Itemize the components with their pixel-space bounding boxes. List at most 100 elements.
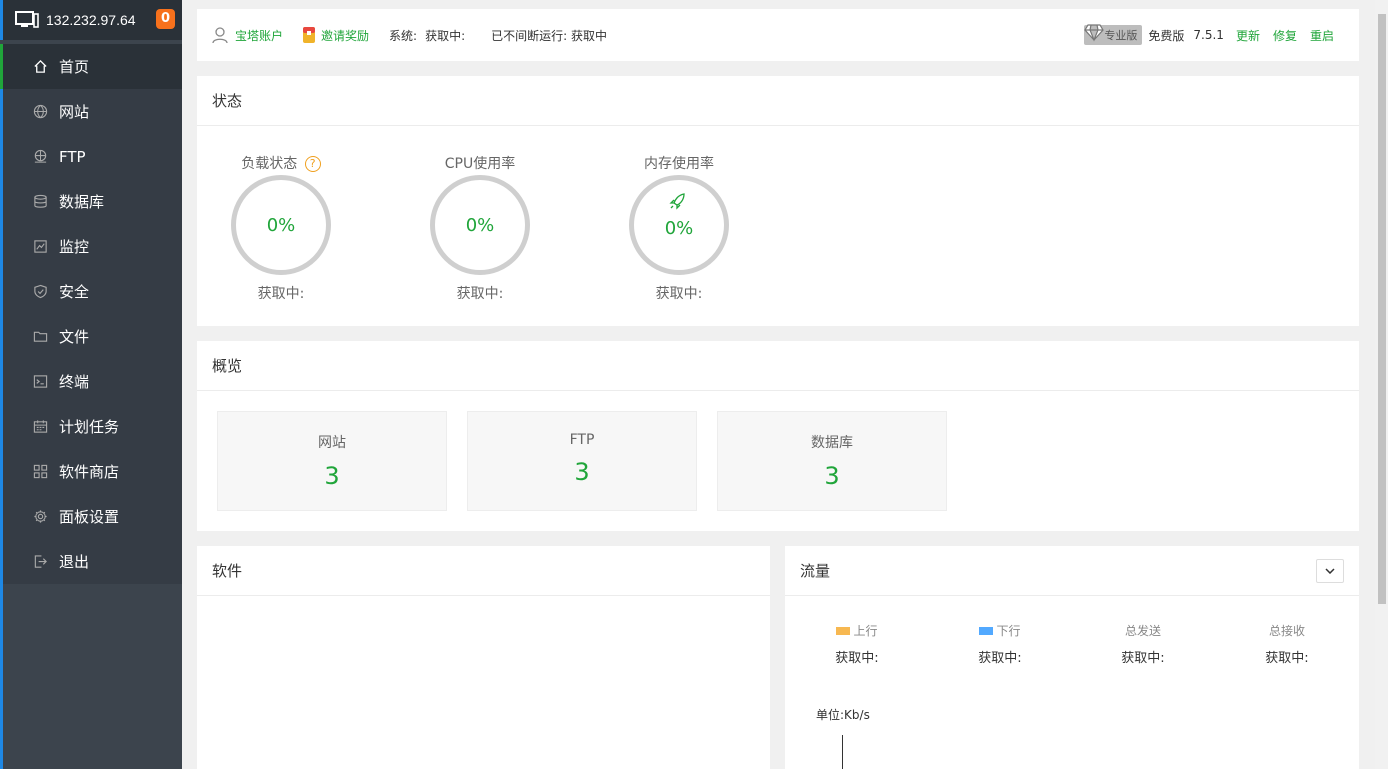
account-label: 宝塔账户 — [235, 28, 284, 43]
sidebar-item-terminal[interactable]: 终端 — [0, 359, 182, 404]
system-info: 系统: 获取中: — [389, 27, 465, 44]
traffic-download: 下行 获取中: — [940, 622, 1060, 666]
scrollbar-thumb[interactable] — [1378, 14, 1386, 604]
sidebar-item-label: 首页 — [59, 58, 90, 76]
update-link[interactable]: 更新 — [1236, 27, 1260, 44]
gauge-ring: 0% — [231, 175, 331, 275]
gauge-ring: 0% — [629, 175, 729, 275]
page-scrollbar[interactable] — [1375, 0, 1388, 769]
traffic-total-sent-label: 总发送 — [1124, 624, 1161, 638]
overview-label: 网站 — [318, 435, 346, 451]
traffic-unit-label: 单位:Kb/s — [816, 708, 870, 722]
database-icon — [34, 194, 47, 208]
sidebar-item-label: FTP — [59, 147, 86, 166]
software-panel: 软件 — [197, 546, 770, 769]
traffic-download-label: 下行 — [940, 622, 1060, 639]
gauge-sub: 获取中: — [257, 286, 305, 302]
overview-website[interactable]: 网站 3 — [217, 411, 447, 511]
version-area: 专业版 免费版 7.5.1 更新 修复 重启 — [1084, 9, 1334, 61]
traffic-upload: 上行 获取中: — [797, 622, 917, 666]
overview-label: FTP — [569, 432, 595, 448]
sidebar-item-label: 监控 — [59, 238, 90, 256]
traffic-panel: 流量 上行 获取中: 下行 获取中: 总发送 获取中: 总接收 获取中: 单位:… — [785, 546, 1359, 769]
sidebar-item-label: 面板设置 — [59, 508, 120, 526]
overview-value[interactable]: 3 — [468, 458, 696, 486]
pro-badge[interactable]: 专业版 — [1084, 24, 1143, 45]
sidebar-item-home[interactable]: 首页 — [0, 44, 182, 89]
sidebar-item-label: 文件 — [59, 328, 90, 346]
system-label: 系统: — [389, 28, 418, 43]
system-value: 获取中: — [425, 28, 466, 43]
sidebar-filler — [0, 584, 182, 769]
traffic-title: 流量 — [785, 546, 1359, 596]
sidebar-item-label: 软件商店 — [59, 463, 120, 481]
sidebar-item-monitor[interactable]: 监控 — [0, 224, 182, 269]
load-gauge[interactable]: 负载状态 ? 0% 获取中: — [226, 153, 336, 303]
software-title: 软件 — [197, 546, 770, 596]
gauge-label: 内存使用率 — [644, 156, 714, 172]
sidebar-item-cron[interactable]: 计划任务 — [0, 404, 182, 449]
memory-gauge[interactable]: 内存使用率 0% 获取中: — [624, 153, 734, 303]
invite-label: 邀请奖励 — [321, 28, 370, 43]
gauge-label: CPU使用率 — [444, 156, 516, 172]
restart-link[interactable]: 重启 — [1310, 27, 1334, 44]
sidebar-item-label: 退出 — [59, 553, 90, 571]
traffic-download-value: 获取中: — [978, 651, 1022, 666]
notification-badge[interactable]: 0 — [156, 9, 175, 29]
traffic-total-received-label: 总接收 — [1268, 624, 1305, 638]
apps-grid-icon — [33, 464, 48, 479]
invite-link[interactable]: 邀请奖励 — [303, 27, 369, 44]
sidebar-item-label: 数据库 — [59, 193, 105, 211]
pro-label: 专业版 — [1104, 29, 1138, 42]
terminal-icon — [33, 375, 48, 388]
rocket-icon[interactable] — [669, 192, 689, 210]
uptime-info: 已不间断运行: 获取中 — [491, 27, 607, 44]
chevron-down-icon — [1325, 568, 1335, 574]
gauge-sub: 获取中: — [655, 286, 703, 302]
sidebar-item-database[interactable]: 数据库 — [0, 179, 182, 224]
gauge-sub: 获取中: — [456, 286, 504, 302]
account-link[interactable]: 宝塔账户 — [211, 26, 283, 44]
monitor-icon — [15, 11, 39, 28]
server-header[interactable]: 132.232.97.64 0 — [0, 0, 182, 40]
traffic-interface-select[interactable] — [1316, 559, 1344, 583]
help-icon[interactable]: ? — [304, 156, 321, 172]
sidebar-item-label: 计划任务 — [59, 418, 120, 436]
uptime-text: 已不间断运行: 获取中 — [491, 28, 607, 43]
home-icon — [34, 59, 47, 73]
status-title: 状态 — [197, 76, 1359, 126]
calendar-icon — [33, 420, 48, 433]
overview-database[interactable]: 数据库 3 — [717, 411, 947, 511]
diamond-icon — [1084, 24, 1105, 42]
monitor-chart-icon — [34, 240, 47, 253]
traffic-total-sent-value: 获取中: — [1121, 651, 1165, 666]
legend-swatch — [979, 626, 994, 635]
traffic-upload-label: 上行 — [797, 622, 917, 639]
logout-icon — [34, 555, 47, 568]
folder-icon — [33, 331, 48, 342]
sidebar-item-logout[interactable]: 退出 — [0, 539, 182, 584]
gift-icon — [303, 27, 316, 43]
gauge-label: 负载状态 ? — [226, 153, 336, 175]
version-number: 7.5.1 — [1193, 28, 1224, 42]
sidebar-item-website[interactable]: 网站 — [0, 89, 182, 134]
overview-ftp[interactable]: FTP 3 — [467, 411, 697, 511]
globe-icon — [33, 104, 48, 119]
traffic-chart-axis — [842, 735, 843, 769]
cpu-gauge[interactable]: CPU使用率 0% 获取中: — [425, 153, 535, 303]
overview-value[interactable]: 3 — [218, 462, 446, 490]
sidebar-item-security[interactable]: 安全 — [0, 269, 182, 314]
overview-value[interactable]: 3 — [718, 462, 946, 490]
sidebar-item-ftp[interactable]: FTP — [0, 134, 182, 179]
sidebar-item-store[interactable]: 软件商店 — [0, 449, 182, 494]
status-panel: 状态 负载状态 ? 0% 获取中: CPU使用率 0% 获取中: 内存使用率 0… — [197, 76, 1359, 326]
sidebar-item-settings[interactable]: 面板设置 — [0, 494, 182, 539]
repair-link[interactable]: 修复 — [1273, 27, 1297, 44]
overview-title: 概览 — [197, 341, 1359, 391]
traffic-total-sent: 总发送 获取中: — [1083, 622, 1203, 666]
traffic-total-received-value: 获取中: — [1265, 651, 1309, 666]
edition-label: 免费版 — [1148, 28, 1185, 43]
ftp-icon — [34, 149, 47, 163]
sidebar: 132.232.97.64 0 首页 网站 FTP 数据库 监控 安全 文件 终… — [0, 0, 182, 769]
sidebar-item-files[interactable]: 文件 — [0, 314, 182, 359]
